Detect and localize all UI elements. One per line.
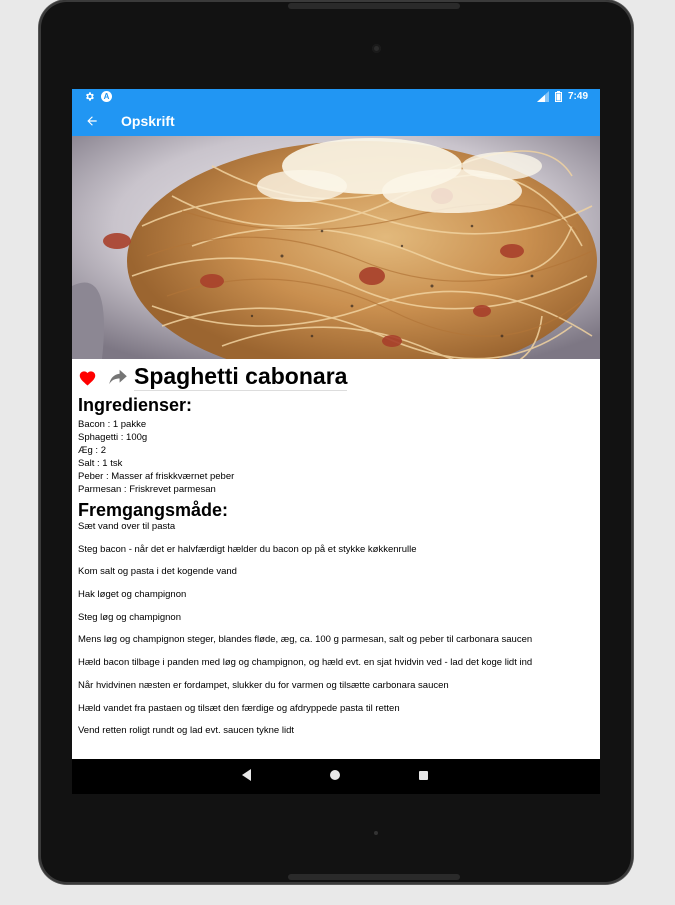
ingredient-item: Peber : Masser af friskkværnet peber <box>78 471 235 482</box>
method-step: Sæt vand over til pasta <box>78 521 176 532</box>
method-step: Hæld vandet fra pastaen og tilsæt den fæ… <box>78 702 400 714</box>
gear-icon <box>86 92 94 101</box>
battery-icon <box>554 91 562 102</box>
toolbar-title: Opskrift <box>121 113 175 129</box>
ingredient-item: Sphagetti : 100g <box>78 432 148 443</box>
status-time: 7:49 <box>567 91 588 102</box>
method-step: Hak løget og champignon <box>78 589 187 601</box>
ingredient-item: Parmesan : Friskrevet parmesan <box>78 484 216 495</box>
status-right: 7:49 <box>536 91 588 102</box>
device-sensor <box>374 831 378 835</box>
speaker-grille-top <box>288 3 460 9</box>
favorite-button[interactable] <box>78 367 98 387</box>
app-toolbar: Opskrift <box>72 106 600 136</box>
method-step: Vend retten roligt rundt og lad evt. sau… <box>78 725 294 737</box>
method-step: Mens løg og champignon steger, blandes f… <box>78 634 533 646</box>
share-button[interactable] <box>108 367 128 387</box>
ingredient-item: Salt : 1 tsk <box>78 458 123 469</box>
method-step: Steg løg og champignon <box>78 611 181 623</box>
nav-recents-icon[interactable] <box>419 771 428 780</box>
recipe-title: Spaghetti cabonara <box>134 363 348 391</box>
recipe-image <box>72 136 600 359</box>
back-button[interactable] <box>82 111 102 131</box>
a-icon: A <box>101 91 112 102</box>
ingredients-heading: Ingredienser: <box>78 395 193 415</box>
photo-spaghetti-carbonara <box>72 136 600 359</box>
method-step: Når hvidvinen næsten er fordampet, slukk… <box>78 679 449 691</box>
ingredient-item: Bacon : 1 pakke <box>78 419 147 430</box>
share-arrow-icon <box>109 369 127 385</box>
recipe-content: Spaghetti cabonara Ingredienser: Bacon :… <box>78 363 594 747</box>
nav-home-icon[interactable] <box>330 770 340 780</box>
ingredients-list: Bacon : 1 pakke Sphagetti : 100g Æg : 2 … <box>78 418 594 496</box>
speaker-grille-bottom <box>288 874 460 880</box>
heart-icon <box>79 370 96 386</box>
method-step: Hæld bacon tilbage i panden med løg og c… <box>78 657 533 669</box>
arrow-left-icon <box>87 116 97 126</box>
signal-icon <box>536 91 549 102</box>
method-heading: Fremgangsmåde: <box>78 500 229 520</box>
app-screen: A 7:49 Opskrift Spaghetti cabonara Ingre… <box>72 89 600 794</box>
nav-back-icon[interactable] <box>242 769 252 781</box>
method-step: Steg bacon - når det er halvfærdigt hæld… <box>78 543 417 555</box>
method-step: Kom salt og pasta i det kogende vand <box>78 566 237 578</box>
status-left: A <box>84 91 112 102</box>
method-steps: Sæt vand over til pasta Steg bacon - når… <box>78 520 594 737</box>
status-bar: A 7:49 <box>72 89 600 106</box>
recipe-title-row: Spaghetti cabonara <box>78 363 594 391</box>
front-camera <box>372 44 381 53</box>
ingredient-item: Æg : 2 <box>78 445 106 456</box>
system-nav-bar <box>72 759 600 794</box>
